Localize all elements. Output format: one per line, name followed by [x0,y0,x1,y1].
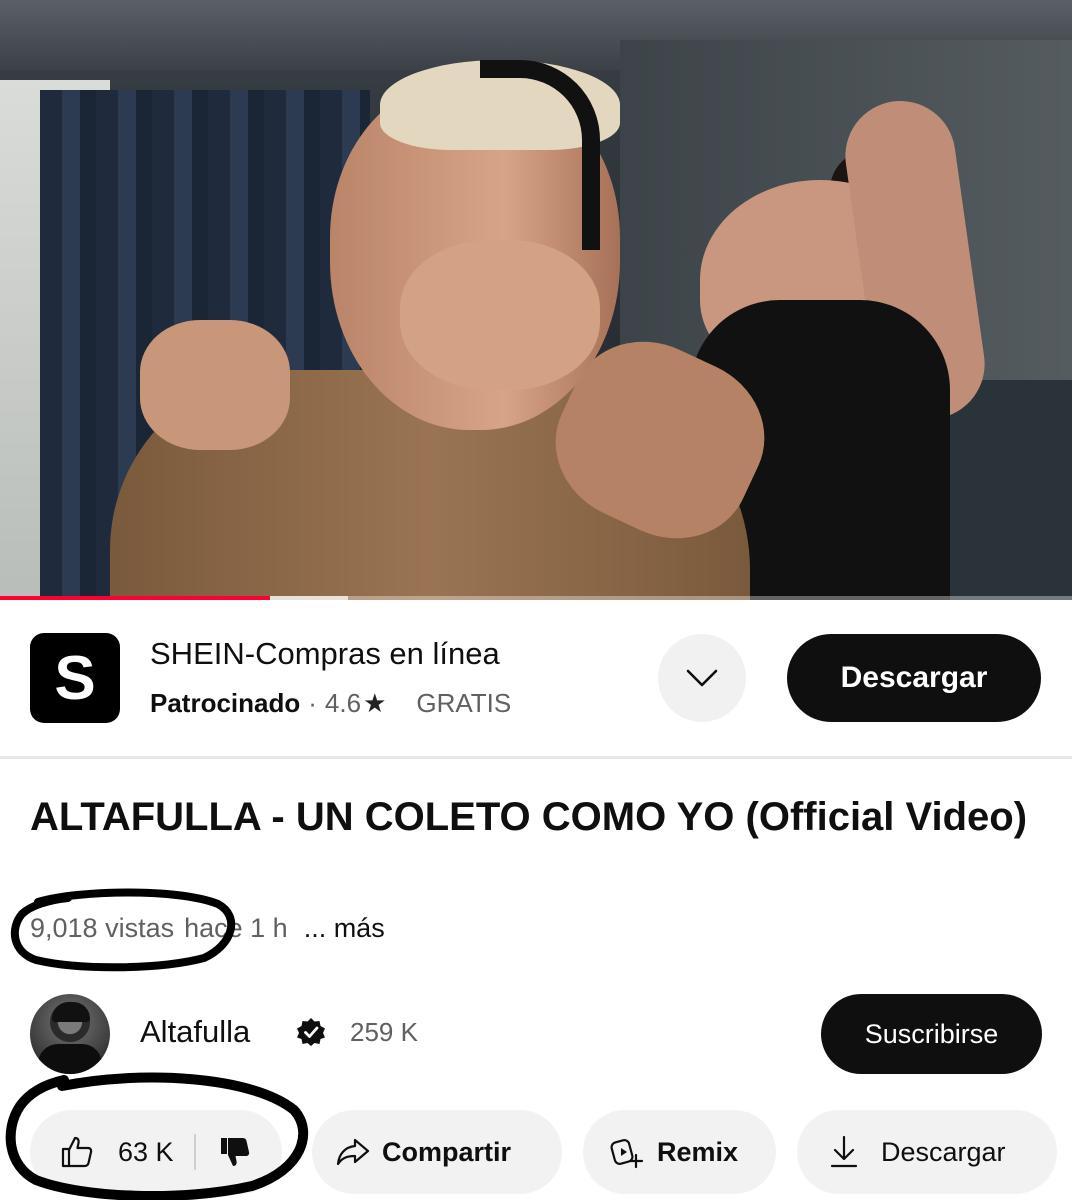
verified-badge-icon [297,1018,325,1046]
download-button[interactable]: Descargar [797,1110,1057,1194]
ad-download-button[interactable]: Descargar [787,634,1041,722]
like-dislike-chip[interactable]: 63 K [30,1110,282,1194]
sponsored-label: Patrocinado [150,688,301,718]
section-divider [0,756,1072,759]
video-scene-fist-right [400,240,600,390]
video-scene-headband [480,60,600,250]
view-count: 9,018 vistas [30,913,175,943]
download-icon [830,1135,858,1168]
video-scene-fist-left [140,320,290,450]
thumbs-down-filled-icon[interactable] [218,1135,252,1169]
share-arrow-icon [336,1138,370,1166]
shein-logo: S [30,633,120,723]
share-label: Compartir [382,1136,512,1167]
ad-price: GRATIS [416,688,512,718]
subscriber-count: 259 K [350,1017,418,1047]
meta-separator: · [308,688,317,718]
thumbs-up-icon[interactable] [60,1135,94,1169]
avatar-shirt [38,1044,102,1074]
video-player[interactable] [0,0,1072,600]
ad-app-title: SHEIN-Compras en línea [150,636,500,671]
remix-button[interactable]: Remix [583,1110,776,1194]
like-count: 63 K [118,1136,174,1167]
channel-name[interactable]: Altafulla [140,1014,250,1050]
remix-label: Remix [657,1136,739,1167]
ad-expand-button[interactable] [658,634,746,722]
chevron-down-icon [686,669,718,687]
video-meta[interactable]: 9,018 vistas hace 1 h ... más [30,913,385,944]
upload-age: hace 1 h [184,913,288,943]
ad-rating: 4.6 [324,688,362,718]
ad-meta-row: Patrocinado · 4.6 ★ GRATIS [150,688,511,719]
like-dislike-separator [193,1134,196,1170]
more-link[interactable]: ... más [304,913,385,943]
star-icon: ★ [363,688,387,718]
share-button[interactable]: Compartir [312,1110,562,1194]
channel-avatar[interactable] [30,994,110,1074]
video-title: ALTAFULLA - UN COLETO COMO YO (Official … [30,795,1028,839]
download-label: Descargar [881,1136,1006,1167]
subscribe-button[interactable]: Suscribirse [821,994,1042,1074]
avatar-cap [52,1002,90,1022]
remix-icon [610,1139,644,1169]
sponsored-app-card[interactable]: S SHEIN-Compras en línea Patrocinado · 4… [0,600,1072,756]
